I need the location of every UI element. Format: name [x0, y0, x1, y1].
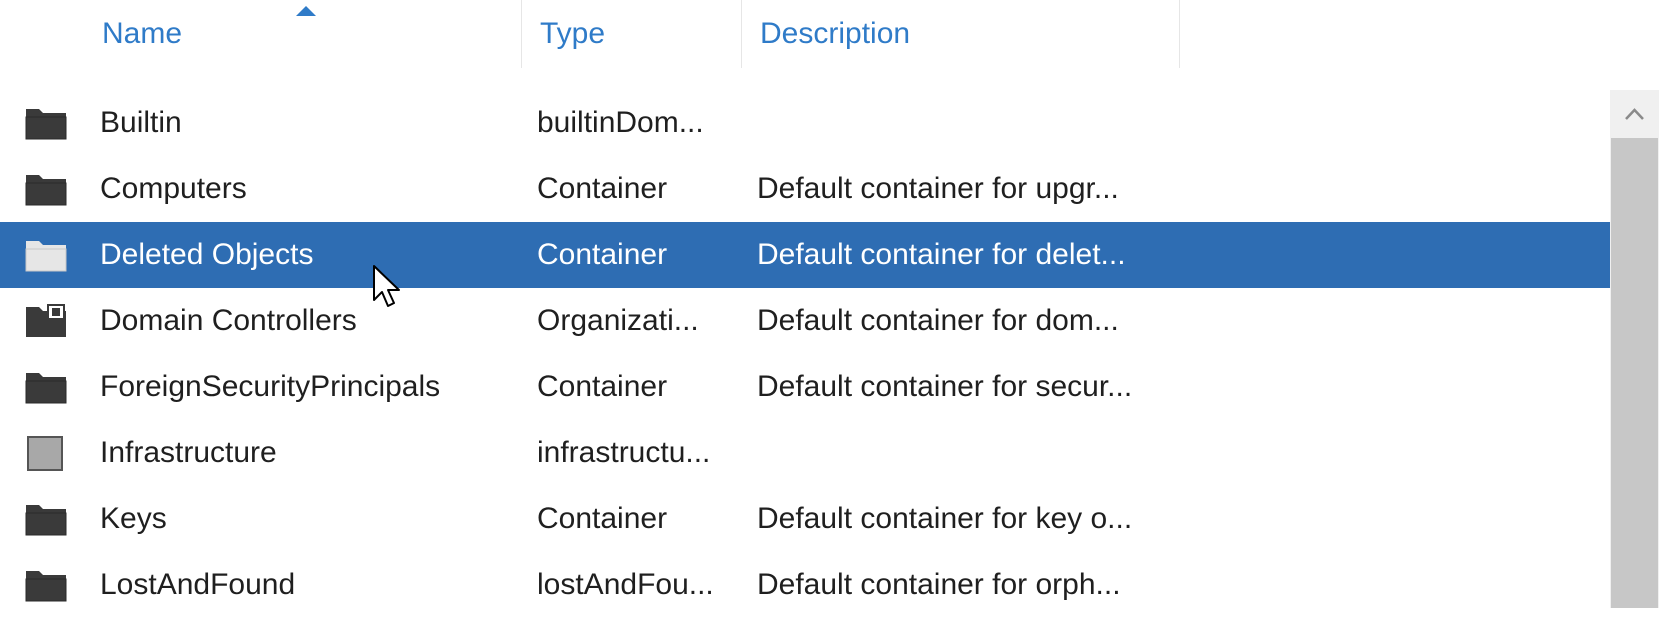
list-row-domain-controllers[interactable]: Domain Controllers Organizati... Default… [0, 288, 1610, 354]
folder-icon [25, 571, 67, 602]
list-row-infrastructure[interactable]: Infrastructure infrastructu... [0, 420, 1610, 486]
list-row-foreign-security-principals[interactable]: ForeignSecurityPrincipals Container Defa… [0, 354, 1610, 420]
folder-icon [25, 175, 67, 206]
row-description: Default container for dom... [757, 304, 1119, 337]
row-type: builtinDom... [537, 106, 704, 139]
mouse-pointer-icon [373, 265, 400, 307]
row-name: Deleted Objects [100, 238, 314, 271]
row-description: Default container for key o... [757, 502, 1133, 535]
row-type: Container [537, 238, 668, 271]
folder-icon [25, 373, 67, 404]
row-name: Builtin [100, 106, 182, 139]
scrollbar-thumb[interactable] [1611, 138, 1658, 608]
folder-icon [25, 241, 67, 272]
row-name: Domain Controllers [100, 304, 357, 337]
list-row-keys[interactable]: Keys Container Default container for key… [0, 486, 1610, 552]
scroll-up-button[interactable] [1610, 90, 1659, 138]
row-type: Container [537, 172, 668, 205]
list-header: Name Type Description [0, 0, 1180, 68]
row-type: Container [537, 370, 668, 403]
row-description: Default container for upgr... [757, 172, 1119, 205]
chevron-up-icon [1625, 108, 1644, 120]
vertical-scrollbar[interactable] [1610, 90, 1659, 608]
column-header-type[interactable]: Type [522, 0, 742, 68]
object-list: Builtin builtinDom... Computers Containe… [0, 90, 1610, 618]
list-row-builtin[interactable]: Builtin builtinDom... [0, 90, 1610, 156]
folder-icon [25, 109, 67, 140]
list-row-lost-and-found[interactable]: LostAndFound lostAndFou... Default conta… [0, 552, 1610, 618]
list-row-deleted-objects[interactable]: Deleted Objects Container Default contai… [0, 222, 1610, 288]
list-row-computers[interactable]: Computers Container Default container fo… [0, 156, 1610, 222]
row-name: Infrastructure [100, 436, 277, 469]
row-type: Container [537, 502, 668, 535]
generic-object-icon [27, 436, 63, 471]
organizational-unit-icon [26, 304, 66, 337]
row-description: Default container for secur... [757, 370, 1133, 403]
row-name: LostAndFound [100, 568, 296, 601]
row-name: ForeignSecurityPrincipals [100, 370, 441, 403]
row-name: Keys [100, 502, 167, 535]
row-type: lostAndFou... [537, 568, 714, 601]
column-header-description[interactable]: Description [742, 0, 1180, 68]
row-description: Default container for orph... [757, 568, 1121, 601]
folder-icon [25, 505, 67, 536]
row-name: Computers [100, 172, 247, 205]
row-type: infrastructu... [537, 436, 711, 469]
sort-ascending-icon [296, 6, 316, 16]
row-description: Default container for delet... [757, 238, 1126, 271]
row-type: Organizati... [537, 304, 699, 337]
